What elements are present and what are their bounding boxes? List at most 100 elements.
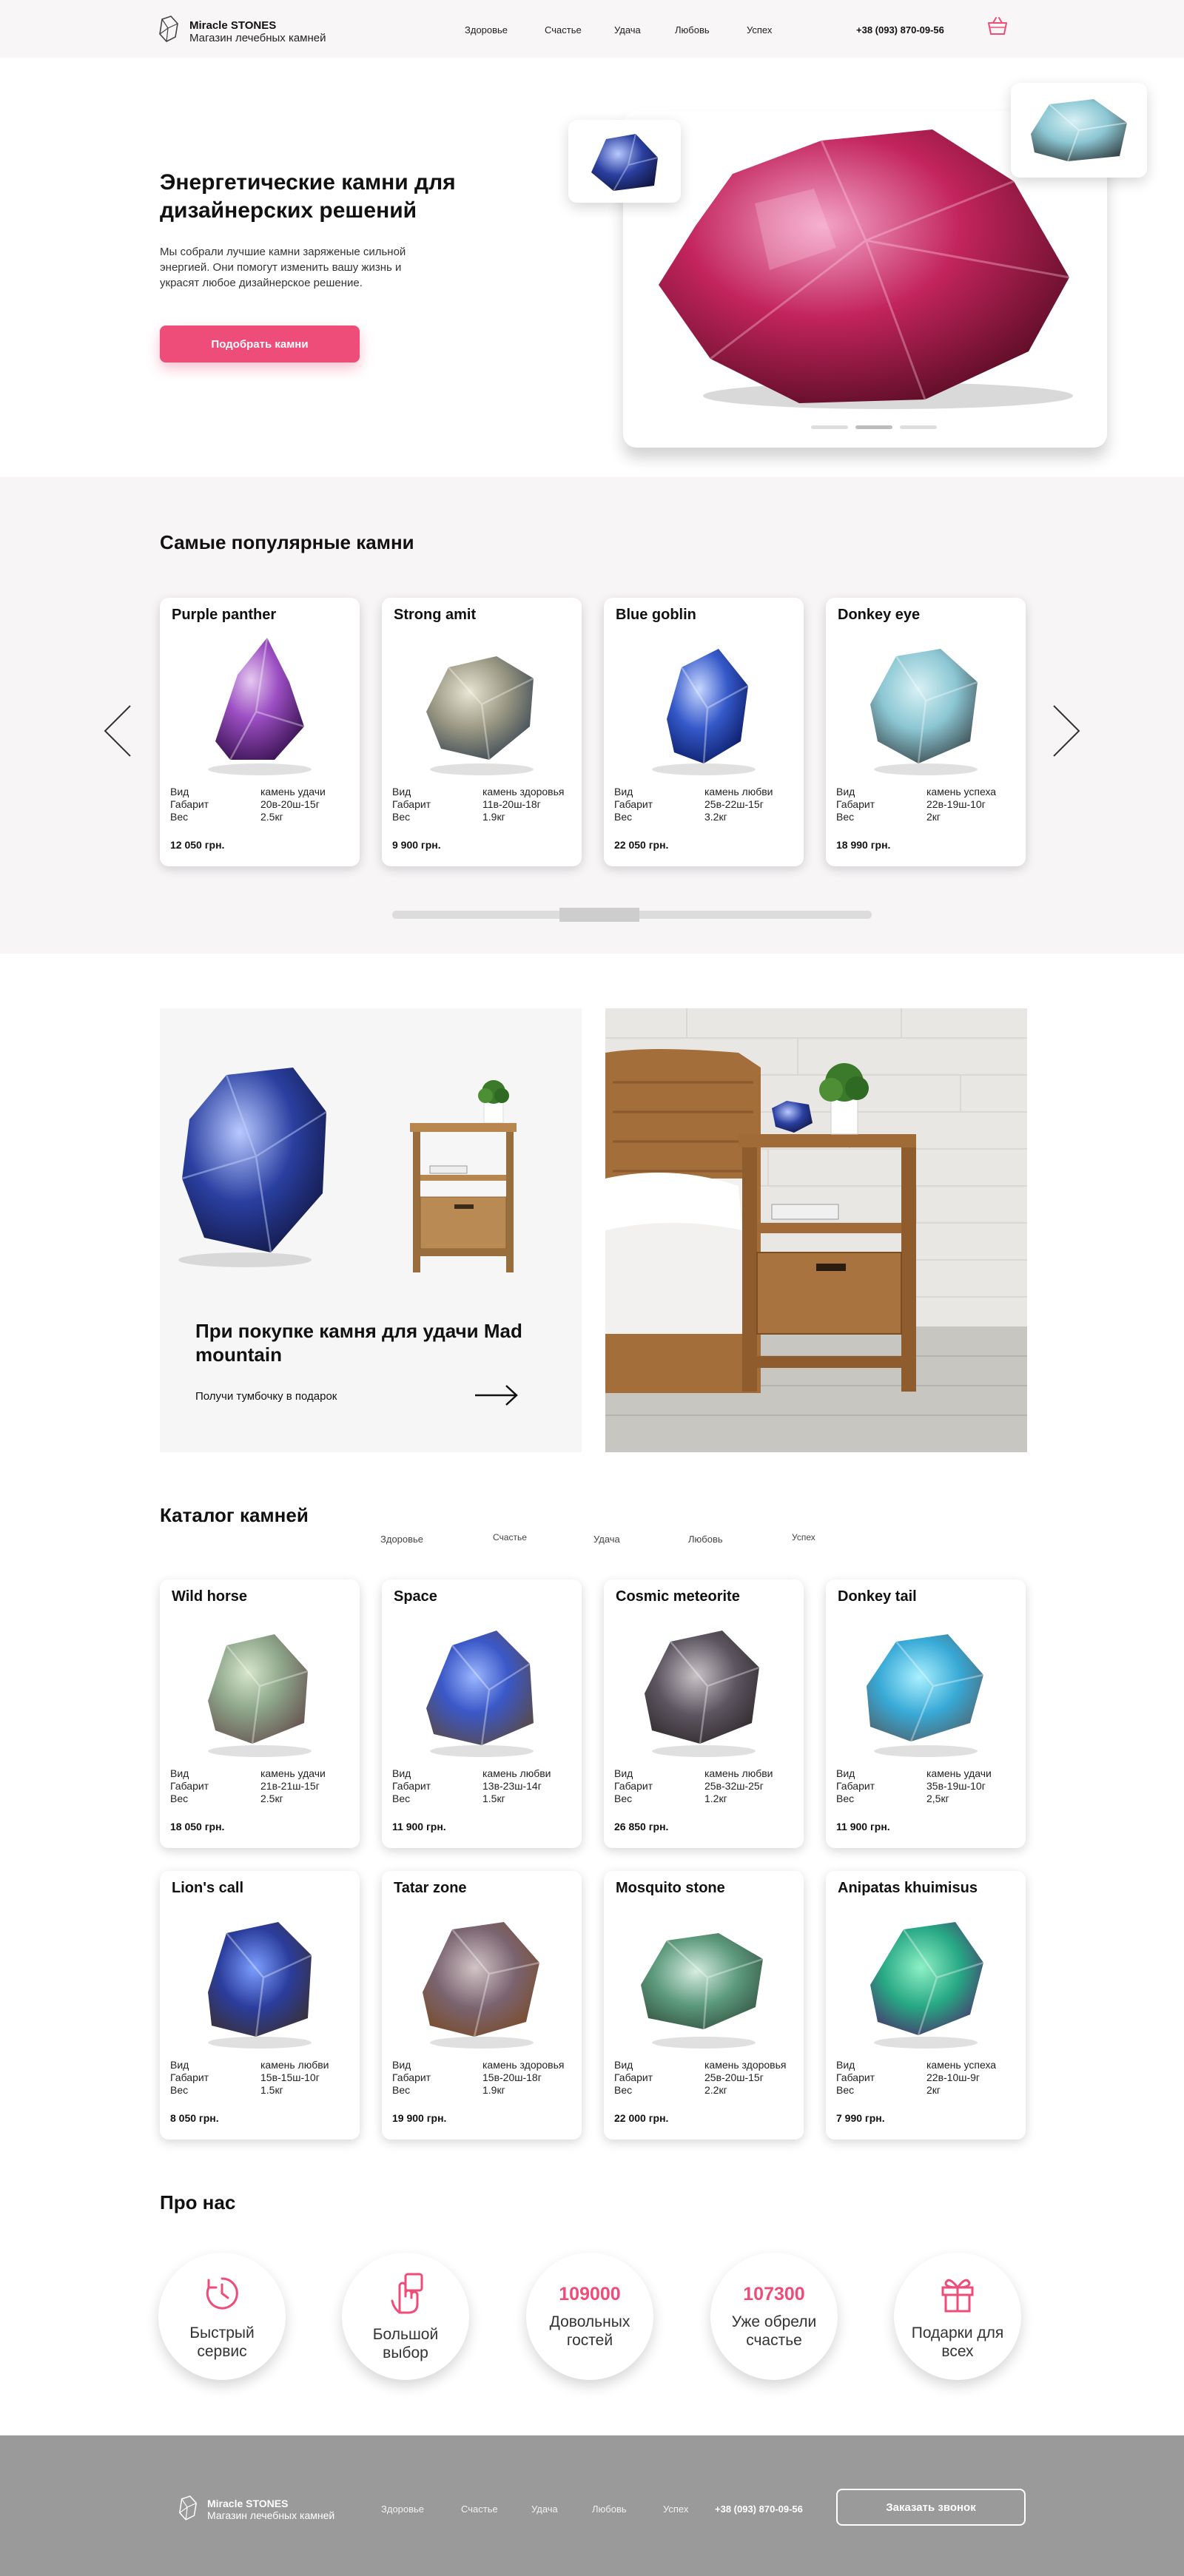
spec-label-kind: Вид bbox=[836, 786, 855, 798]
spec-weight: 2,5кг bbox=[926, 1793, 949, 1804]
product-card[interactable]: Donkey tail Вид Габарит Вес камень удачи 35в-… bbox=[826, 1579, 1026, 1848]
product-card[interactable]: Strong amit Вид Габарит Вес камень здоровья 1… bbox=[382, 598, 582, 866]
spec-weight: 3.2кг bbox=[704, 811, 727, 823]
about-label: Подарки для всех bbox=[911, 2324, 1004, 2360]
about-number: 109000 bbox=[559, 2283, 621, 2304]
nav-love[interactable]: Любовь bbox=[675, 24, 710, 36]
product-price: 11 900 грн. bbox=[392, 1821, 446, 1832]
product-card[interactable]: Space Вид Габарит Вес камень любви 13в-23ш-14… bbox=[382, 1579, 582, 1848]
product-price: 22 050 грн. bbox=[614, 839, 669, 851]
spec-size: 13в-23ш-14г bbox=[482, 1780, 542, 1792]
spec-label-kind: Вид bbox=[170, 786, 189, 798]
hero-thumb-right[interactable] bbox=[1011, 83, 1147, 178]
spec-size: 22в-19ш-10г bbox=[926, 798, 986, 810]
footer-nav-success[interactable]: Успех bbox=[663, 2503, 688, 2515]
product-card[interactable]: Purple panther Вид Габарит Вес камень удачи 2… bbox=[160, 598, 360, 866]
product-card[interactable]: Mosquito stone Вид Габарит Вес камень здоров… bbox=[604, 1871, 804, 2140]
spec-weight: 1.9кг bbox=[482, 2084, 505, 2096]
spec-size: 25в-22ш-15г bbox=[704, 798, 764, 810]
product-card[interactable]: Lion's call Вид Габарит Вес камень любви 15в-… bbox=[160, 1871, 360, 2140]
arrow-left-icon[interactable] bbox=[101, 703, 133, 759]
tab-happiness[interactable]: Счастье bbox=[493, 1532, 527, 1542]
tab-success[interactable]: Успех bbox=[792, 1532, 815, 1542]
spec-label-kind: Вид bbox=[170, 2059, 189, 2071]
spec-weight: 2.2кг bbox=[704, 2084, 727, 2096]
footer: Miracle STONES Магазин лечебных камней З… bbox=[0, 2435, 1184, 2576]
spec-label-kind: Вид bbox=[836, 2059, 855, 2071]
brand-subtitle: Магазин лечебных камней bbox=[189, 32, 326, 44]
footer-nav-happiness[interactable]: Счастье bbox=[461, 2503, 498, 2515]
product-name: Lion's call bbox=[172, 1880, 244, 1896]
spec-kind: камень любви bbox=[704, 786, 773, 798]
gift-icon bbox=[941, 2279, 974, 2312]
slider-dot[interactable] bbox=[855, 425, 892, 429]
choose-stones-button[interactable]: Подобрать камни bbox=[160, 326, 360, 363]
slider-dots bbox=[811, 425, 937, 430]
tab-luck[interactable]: Удача bbox=[593, 1534, 620, 1545]
product-stone-image bbox=[208, 1922, 312, 2049]
nav-happiness[interactable]: Счастье bbox=[545, 24, 582, 36]
spec-weight: 2.5кг bbox=[260, 1793, 283, 1804]
product-card[interactable]: Cosmic meteorite Вид Габарит Вес камень любв… bbox=[604, 1579, 804, 1848]
spec-kind: камень здоровья bbox=[482, 786, 565, 798]
product-price: 26 850 грн. bbox=[614, 1821, 669, 1832]
cart-icon[interactable] bbox=[986, 16, 1009, 37]
product-price: 9 900 грн. bbox=[392, 839, 441, 851]
slider-dot[interactable] bbox=[900, 425, 937, 429]
about-label: Уже обрели счастье bbox=[731, 2313, 817, 2349]
footer-nav-health[interactable]: Здоровье bbox=[381, 2503, 424, 2515]
footer-nav-love[interactable]: Любовь bbox=[592, 2503, 627, 2515]
about-label: Быстрый сервис bbox=[189, 2324, 255, 2360]
nav-success[interactable]: Успех bbox=[747, 24, 772, 36]
product-stone-image bbox=[208, 637, 312, 775]
product-card[interactable]: Tatar zone Вид Габарит Вес камень здоровья 15… bbox=[382, 1871, 582, 2140]
spec-label-size: Габарит bbox=[836, 1780, 875, 1792]
spec-label-size: Габарит bbox=[614, 1780, 653, 1792]
spec-kind: камень здоровья bbox=[704, 2059, 787, 2071]
product-price: 18 050 грн. bbox=[170, 1821, 225, 1832]
promo-stone-image bbox=[178, 1068, 327, 1267]
carousel-scroll-thumb[interactable] bbox=[559, 908, 639, 922]
arrow-right-icon[interactable] bbox=[474, 1383, 519, 1408]
product-stone-image bbox=[652, 649, 756, 775]
tab-love[interactable]: Любовь bbox=[688, 1534, 723, 1545]
about-number: 107300 bbox=[743, 2283, 805, 2304]
slider-dot[interactable] bbox=[811, 425, 848, 429]
product-card[interactable]: Donkey eye Вид Габарит Вес камень успеха 22в-… bbox=[826, 598, 1026, 866]
product-name: Purple panther bbox=[172, 607, 277, 623]
product-card[interactable]: Wild horse Вид Габарит Вес камень удачи 21в-2… bbox=[160, 1579, 360, 1848]
nav-health[interactable]: Здоровье bbox=[465, 24, 508, 36]
callback-button[interactable]: Заказать звонок bbox=[836, 2489, 1026, 2526]
product-price: 12 050 грн. bbox=[170, 839, 225, 851]
product-card[interactable]: Anipatas khuimisus Вид Габарит Вес камень ус… bbox=[826, 1871, 1026, 2140]
spec-size: 35в-19ш-10г bbox=[926, 1780, 986, 1792]
spec-label-weight: Вес bbox=[392, 1793, 411, 1804]
spec-label-kind: Вид bbox=[614, 1767, 633, 1779]
nav-luck[interactable]: Удача bbox=[614, 24, 641, 36]
popular-title: Самые популярные камни bbox=[160, 531, 414, 553]
product-stone-image bbox=[426, 1631, 534, 1757]
thumb-stone-image bbox=[591, 133, 659, 192]
arrow-right-icon[interactable] bbox=[1051, 703, 1083, 759]
tab-health[interactable]: Здоровье bbox=[380, 1534, 423, 1545]
footer-phone[interactable]: +38 (093) 870-09-56 bbox=[715, 2503, 803, 2515]
logo-icon[interactable] bbox=[178, 2495, 198, 2521]
product-name: Donkey tail bbox=[838, 1588, 917, 1605]
spec-label-weight: Вес bbox=[836, 1793, 855, 1804]
promo-card[interactable]: При покупке камня для удачи Mad mountain… bbox=[160, 1008, 582, 1452]
footer-nav-luck[interactable]: Удача bbox=[531, 2503, 558, 2515]
about-item: 109000 Довольных гостей bbox=[526, 2253, 653, 2380]
product-name: Strong amit bbox=[394, 607, 477, 623]
spec-label-kind: Вид bbox=[836, 1767, 855, 1779]
spec-size: 11в-20ш-18г bbox=[482, 798, 541, 810]
hero-thumb-left[interactable] bbox=[568, 120, 681, 203]
spec-kind: камень успеха bbox=[926, 786, 997, 798]
spec-label-kind: Вид bbox=[392, 786, 411, 798]
spec-weight: 2кг bbox=[926, 2084, 941, 2096]
header-phone[interactable]: +38 (093) 870-09-56 bbox=[856, 24, 944, 36]
product-card[interactable]: Blue goblin Вид Габарит Вес камень любви 25в-… bbox=[604, 598, 804, 866]
promo-interior-image bbox=[605, 1008, 1027, 1452]
spec-kind: камень успеха bbox=[926, 2059, 997, 2071]
logo-icon[interactable] bbox=[158, 15, 180, 43]
about-title: Про нас bbox=[160, 2191, 236, 2213]
